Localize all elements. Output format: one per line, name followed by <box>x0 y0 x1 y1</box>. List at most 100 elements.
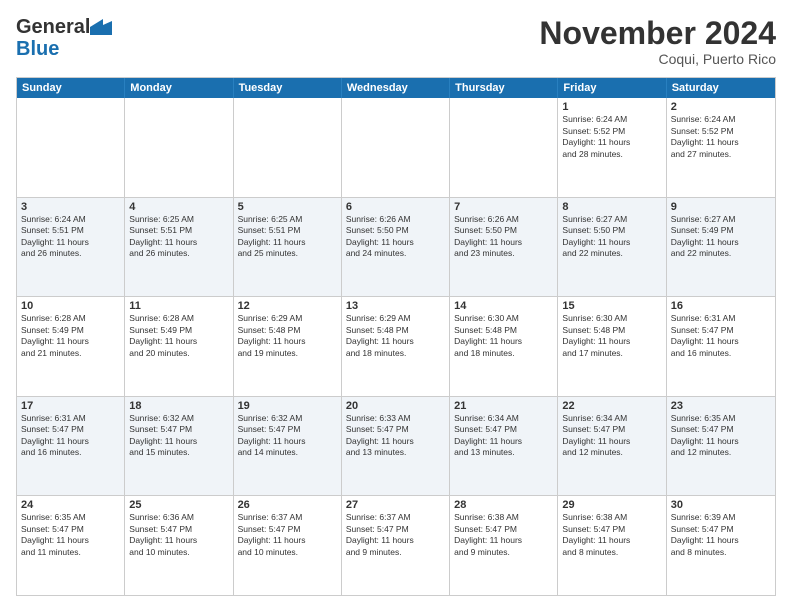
day-info: Sunrise: 6:24 AM Sunset: 5:52 PM Dayligh… <box>671 114 771 160</box>
logo-general: General <box>16 16 90 38</box>
calendar-day-cell: 25Sunrise: 6:36 AM Sunset: 5:47 PM Dayli… <box>125 496 233 595</box>
day-info: Sunrise: 6:28 AM Sunset: 5:49 PM Dayligh… <box>129 313 228 359</box>
day-info: Sunrise: 6:31 AM Sunset: 5:47 PM Dayligh… <box>21 413 120 459</box>
day-number: 16 <box>671 300 771 312</box>
calendar-day-cell: 8Sunrise: 6:27 AM Sunset: 5:50 PM Daylig… <box>558 198 666 297</box>
calendar-day-cell: 15Sunrise: 6:30 AM Sunset: 5:48 PM Dayli… <box>558 297 666 396</box>
calendar-day-cell: 2Sunrise: 6:24 AM Sunset: 5:52 PM Daylig… <box>667 98 775 197</box>
calendar-day-cell: 20Sunrise: 6:33 AM Sunset: 5:47 PM Dayli… <box>342 397 450 496</box>
day-info: Sunrise: 6:37 AM Sunset: 5:47 PM Dayligh… <box>238 512 337 558</box>
day-info: Sunrise: 6:29 AM Sunset: 5:48 PM Dayligh… <box>238 313 337 359</box>
day-number: 10 <box>21 300 120 312</box>
day-number: 26 <box>238 499 337 511</box>
day-number: 7 <box>454 201 553 213</box>
calendar-empty-cell <box>17 98 125 197</box>
day-info: Sunrise: 6:36 AM Sunset: 5:47 PM Dayligh… <box>129 512 228 558</box>
day-number: 4 <box>129 201 228 213</box>
calendar-day-cell: 10Sunrise: 6:28 AM Sunset: 5:49 PM Dayli… <box>17 297 125 396</box>
day-info: Sunrise: 6:27 AM Sunset: 5:49 PM Dayligh… <box>671 214 771 260</box>
weekday-header: Saturday <box>667 78 775 98</box>
header: General Blue November 2024 Coqui, Puerto… <box>16 16 776 67</box>
day-number: 21 <box>454 400 553 412</box>
calendar-day-cell: 22Sunrise: 6:34 AM Sunset: 5:47 PM Dayli… <box>558 397 666 496</box>
day-info: Sunrise: 6:35 AM Sunset: 5:47 PM Dayligh… <box>21 512 120 558</box>
day-number: 22 <box>562 400 661 412</box>
calendar-day-cell: 6Sunrise: 6:26 AM Sunset: 5:50 PM Daylig… <box>342 198 450 297</box>
calendar-day-cell: 1Sunrise: 6:24 AM Sunset: 5:52 PM Daylig… <box>558 98 666 197</box>
calendar-header: SundayMondayTuesdayWednesdayThursdayFrid… <box>17 78 775 98</box>
calendar-day-cell: 14Sunrise: 6:30 AM Sunset: 5:48 PM Dayli… <box>450 297 558 396</box>
day-number: 14 <box>454 300 553 312</box>
calendar-empty-cell <box>342 98 450 197</box>
calendar-day-cell: 17Sunrise: 6:31 AM Sunset: 5:47 PM Dayli… <box>17 397 125 496</box>
day-number: 12 <box>238 300 337 312</box>
day-info: Sunrise: 6:34 AM Sunset: 5:47 PM Dayligh… <box>562 413 661 459</box>
day-info: Sunrise: 6:37 AM Sunset: 5:47 PM Dayligh… <box>346 512 445 558</box>
subtitle: Coqui, Puerto Rico <box>539 51 776 67</box>
calendar-row: 1Sunrise: 6:24 AM Sunset: 5:52 PM Daylig… <box>17 98 775 198</box>
calendar-day-cell: 27Sunrise: 6:37 AM Sunset: 5:47 PM Dayli… <box>342 496 450 595</box>
calendar-day-cell: 24Sunrise: 6:35 AM Sunset: 5:47 PM Dayli… <box>17 496 125 595</box>
calendar-body: 1Sunrise: 6:24 AM Sunset: 5:52 PM Daylig… <box>17 98 775 595</box>
day-number: 11 <box>129 300 228 312</box>
day-info: Sunrise: 6:25 AM Sunset: 5:51 PM Dayligh… <box>238 214 337 260</box>
day-number: 23 <box>671 400 771 412</box>
day-info: Sunrise: 6:38 AM Sunset: 5:47 PM Dayligh… <box>562 512 661 558</box>
day-info: Sunrise: 6:30 AM Sunset: 5:48 PM Dayligh… <box>562 313 661 359</box>
day-number: 6 <box>346 201 445 213</box>
day-number: 17 <box>21 400 120 412</box>
calendar-day-cell: 30Sunrise: 6:39 AM Sunset: 5:47 PM Dayli… <box>667 496 775 595</box>
calendar-row: 3Sunrise: 6:24 AM Sunset: 5:51 PM Daylig… <box>17 198 775 298</box>
day-info: Sunrise: 6:32 AM Sunset: 5:47 PM Dayligh… <box>129 413 228 459</box>
logo-blue: Blue <box>16 38 59 60</box>
weekday-header: Sunday <box>17 78 125 98</box>
calendar-day-cell: 5Sunrise: 6:25 AM Sunset: 5:51 PM Daylig… <box>234 198 342 297</box>
day-info: Sunrise: 6:30 AM Sunset: 5:48 PM Dayligh… <box>454 313 553 359</box>
calendar-day-cell: 28Sunrise: 6:38 AM Sunset: 5:47 PM Dayli… <box>450 496 558 595</box>
calendar-row: 10Sunrise: 6:28 AM Sunset: 5:49 PM Dayli… <box>17 297 775 397</box>
calendar-day-cell: 21Sunrise: 6:34 AM Sunset: 5:47 PM Dayli… <box>450 397 558 496</box>
calendar-day-cell: 23Sunrise: 6:35 AM Sunset: 5:47 PM Dayli… <box>667 397 775 496</box>
day-number: 27 <box>346 499 445 511</box>
day-number: 25 <box>129 499 228 511</box>
day-number: 8 <box>562 201 661 213</box>
weekday-header: Wednesday <box>342 78 450 98</box>
day-info: Sunrise: 6:29 AM Sunset: 5:48 PM Dayligh… <box>346 313 445 359</box>
day-info: Sunrise: 6:34 AM Sunset: 5:47 PM Dayligh… <box>454 413 553 459</box>
day-info: Sunrise: 6:24 AM Sunset: 5:52 PM Dayligh… <box>562 114 661 160</box>
calendar: SundayMondayTuesdayWednesdayThursdayFrid… <box>16 77 776 596</box>
day-info: Sunrise: 6:28 AM Sunset: 5:49 PM Dayligh… <box>21 313 120 359</box>
logo-bird-icon <box>90 19 112 35</box>
calendar-day-cell: 4Sunrise: 6:25 AM Sunset: 5:51 PM Daylig… <box>125 198 233 297</box>
weekday-header: Thursday <box>450 78 558 98</box>
day-number: 24 <box>21 499 120 511</box>
day-number: 2 <box>671 101 771 113</box>
calendar-day-cell: 19Sunrise: 6:32 AM Sunset: 5:47 PM Dayli… <box>234 397 342 496</box>
calendar-day-cell: 7Sunrise: 6:26 AM Sunset: 5:50 PM Daylig… <box>450 198 558 297</box>
calendar-day-cell: 13Sunrise: 6:29 AM Sunset: 5:48 PM Dayli… <box>342 297 450 396</box>
calendar-day-cell: 18Sunrise: 6:32 AM Sunset: 5:47 PM Dayli… <box>125 397 233 496</box>
page-title: November 2024 <box>539 16 776 51</box>
calendar-row: 24Sunrise: 6:35 AM Sunset: 5:47 PM Dayli… <box>17 496 775 595</box>
day-info: Sunrise: 6:27 AM Sunset: 5:50 PM Dayligh… <box>562 214 661 260</box>
calendar-day-cell: 9Sunrise: 6:27 AM Sunset: 5:49 PM Daylig… <box>667 198 775 297</box>
day-info: Sunrise: 6:35 AM Sunset: 5:47 PM Dayligh… <box>671 413 771 459</box>
day-number: 15 <box>562 300 661 312</box>
day-info: Sunrise: 6:24 AM Sunset: 5:51 PM Dayligh… <box>21 214 120 260</box>
day-number: 5 <box>238 201 337 213</box>
day-number: 9 <box>671 201 771 213</box>
day-info: Sunrise: 6:31 AM Sunset: 5:47 PM Dayligh… <box>671 313 771 359</box>
day-info: Sunrise: 6:33 AM Sunset: 5:47 PM Dayligh… <box>346 413 445 459</box>
day-info: Sunrise: 6:32 AM Sunset: 5:47 PM Dayligh… <box>238 413 337 459</box>
day-info: Sunrise: 6:39 AM Sunset: 5:47 PM Dayligh… <box>671 512 771 558</box>
day-number: 30 <box>671 499 771 511</box>
weekday-header: Tuesday <box>234 78 342 98</box>
weekday-header: Friday <box>558 78 666 98</box>
day-number: 18 <box>129 400 228 412</box>
logo: General Blue <box>16 16 112 60</box>
calendar-empty-cell <box>234 98 342 197</box>
page: General Blue November 2024 Coqui, Puerto… <box>0 0 792 612</box>
day-number: 29 <box>562 499 661 511</box>
day-info: Sunrise: 6:26 AM Sunset: 5:50 PM Dayligh… <box>346 214 445 260</box>
calendar-empty-cell <box>125 98 233 197</box>
